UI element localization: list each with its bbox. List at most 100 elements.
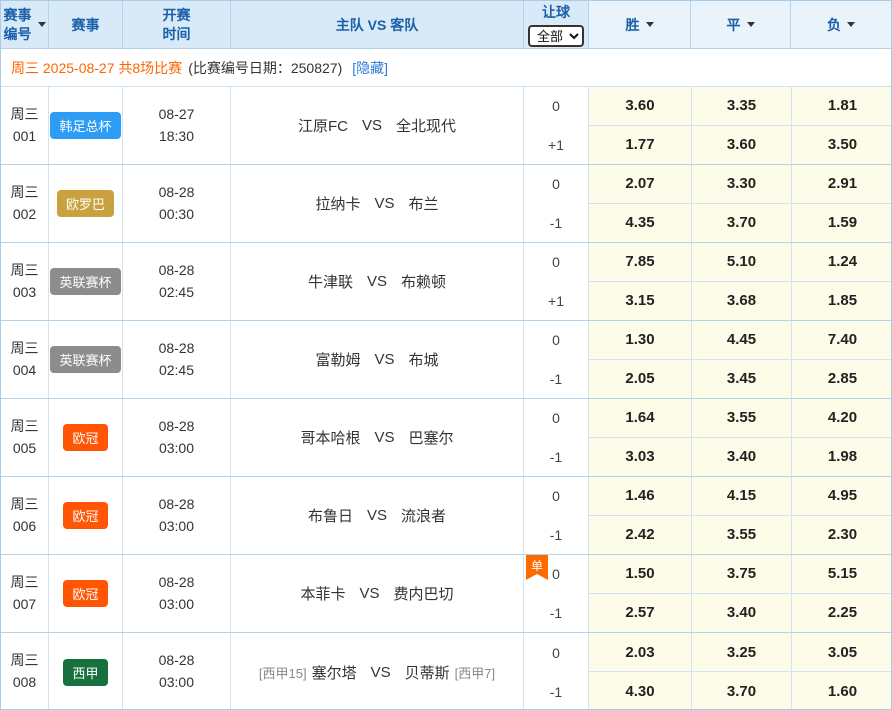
vs-label: VS [374, 429, 394, 446]
match-number: 003 [13, 282, 36, 304]
odds-win-top[interactable]: 2.07 [589, 165, 691, 204]
match-day: 周三 [11, 260, 39, 282]
odds-draw-bottom[interactable]: 3.55 [691, 516, 791, 555]
odds-win-top[interactable]: 3.60 [589, 87, 691, 126]
odds-lose-top[interactable]: 1.24 [791, 243, 892, 282]
home-team: 牛津联 [308, 271, 353, 292]
away-team: 布兰 [409, 193, 439, 214]
vs-label: VS [367, 507, 387, 524]
vs-label: VS [374, 351, 394, 368]
odds-win-bottom[interactable]: 1.77 [589, 126, 691, 165]
odds-win-top[interactable]: 7.85 [589, 243, 691, 282]
table-header: 赛事 编号 赛事 开赛 时间 主队 VS 客队 让球 全部 胜 [1, 1, 891, 49]
odds-lose-bottom[interactable]: 3.50 [791, 126, 892, 165]
odds-lose-bottom[interactable]: 1.85 [791, 282, 892, 321]
odds-draw-bottom[interactable]: 3.45 [691, 360, 791, 399]
odds-lose-bottom[interactable]: 1.98 [791, 438, 892, 477]
teams-cell: 本菲卡 VS 费内巴切 [231, 555, 524, 632]
odds-draw-top[interactable]: 3.75 [691, 555, 791, 594]
odds-draw-top[interactable]: 4.15 [691, 477, 791, 516]
league-badge: 英联赛杯 [50, 268, 120, 295]
match-day: 周三 [11, 338, 39, 360]
match-number-cell: 周三 004 [1, 321, 49, 398]
match-number-cell: 周三 007 [1, 555, 49, 632]
vs-label: VS [374, 195, 394, 212]
odds-lose-bottom[interactable]: 1.59 [791, 204, 892, 243]
match-number: 004 [13, 360, 36, 382]
odds-lose-bottom[interactable]: 2.85 [791, 360, 892, 399]
odds-lose-top[interactable]: 4.20 [791, 399, 892, 438]
col-header-lose[interactable]: 负 [791, 1, 891, 48]
odds-win-top[interactable]: 1.30 [589, 321, 691, 360]
home-rank: [西甲15] [259, 663, 307, 682]
odds-win-bottom[interactable]: 4.35 [589, 204, 691, 243]
handicap-filter-select[interactable]: 全部 [528, 25, 584, 47]
handicap-top-value: 0 [552, 176, 560, 192]
match-number: 007 [13, 594, 36, 616]
odds-lose-top[interactable]: 5.15 [791, 555, 892, 594]
odds-lose-bottom[interactable]: 2.30 [791, 516, 892, 555]
match-number: 001 [13, 126, 36, 148]
odds-draw-top[interactable]: 3.30 [691, 165, 791, 204]
match-time: 03:00 [159, 438, 194, 460]
odds-draw-top[interactable]: 3.35 [691, 87, 791, 126]
odds-win-top[interactable]: 2.03 [589, 633, 691, 672]
handicap-bottom-value: +1 [548, 137, 564, 153]
odds-draw-bottom[interactable]: 3.70 [691, 672, 791, 710]
match-row: 周三 001 韩足总杯 08-27 18:30 江原FC VS 全北现代 0 +… [1, 87, 891, 165]
odds-lose-bottom[interactable]: 2.25 [791, 594, 892, 633]
odds-draw-top[interactable]: 3.25 [691, 633, 791, 672]
odds-grid: 7.85 5.10 1.24 3.15 3.68 1.85 [589, 243, 892, 320]
odds-draw-bottom[interactable]: 3.60 [691, 126, 791, 165]
odds-win-bottom[interactable]: 3.15 [589, 282, 691, 321]
odds-draw-top[interactable]: 4.45 [691, 321, 791, 360]
teams-cell: 牛津联 VS 布赖顿 [231, 243, 524, 320]
handicap-cell: 0 -1 [524, 399, 589, 476]
odds-win-bottom[interactable]: 2.05 [589, 360, 691, 399]
col-header-competition: 赛事 [49, 1, 123, 48]
teams-cell: 江原FC VS 全北现代 [231, 87, 524, 164]
odds-win-bottom[interactable]: 4.30 [589, 672, 691, 710]
draw-label: 平 [727, 15, 741, 35]
odds-grid: 1.46 4.15 4.95 2.42 3.55 2.30 [589, 477, 892, 554]
odds-draw-bottom[interactable]: 3.70 [691, 204, 791, 243]
match-day: 周三 [11, 494, 39, 516]
handicap-top-value: 0 [552, 98, 560, 114]
odds-draw-bottom[interactable]: 3.40 [691, 594, 791, 633]
hide-link[interactable]: [隐藏] [352, 58, 388, 78]
handicap-cell: 0 +1 [524, 87, 589, 164]
odds-win-bottom[interactable]: 3.03 [589, 438, 691, 477]
home-team: 哥本哈根 [300, 427, 360, 448]
odds-draw-top[interactable]: 3.55 [691, 399, 791, 438]
col-header-match-no[interactable]: 赛事 编号 [1, 1, 49, 48]
odds-win-top[interactable]: 1.50 [589, 555, 691, 594]
match-number-cell: 周三 006 [1, 477, 49, 554]
odds-win-top[interactable]: 1.46 [589, 477, 691, 516]
col-header-win[interactable]: 胜 [589, 1, 691, 48]
col-header-handicap: 让球 全部 [524, 1, 589, 48]
odds-draw-top[interactable]: 5.10 [691, 243, 791, 282]
odds-win-bottom[interactable]: 2.42 [589, 516, 691, 555]
vs-label: VS [367, 273, 387, 290]
match-date: 08-28 [159, 650, 195, 672]
handicap-top-value: 0 [552, 332, 560, 348]
match-time: 00:30 [159, 204, 194, 226]
odds-draw-bottom[interactable]: 3.40 [691, 438, 791, 477]
match-day: 周三 [11, 182, 39, 204]
league-cell: 欧冠 [49, 399, 123, 476]
col-header-teams: 主队 VS 客队 [231, 1, 524, 48]
odds-win-top[interactable]: 1.64 [589, 399, 691, 438]
odds-win-bottom[interactable]: 2.57 [589, 594, 691, 633]
odds-lose-top[interactable]: 2.91 [791, 165, 892, 204]
odds-lose-top[interactable]: 7.40 [791, 321, 892, 360]
odds-lose-top[interactable]: 1.81 [791, 87, 892, 126]
odds-table: 赛事 编号 赛事 开赛 时间 主队 VS 客队 让球 全部 胜 [0, 0, 892, 710]
single-bet-badge: 单 [526, 555, 548, 580]
odds-lose-top[interactable]: 4.95 [791, 477, 892, 516]
odds-lose-top[interactable]: 3.05 [791, 633, 892, 672]
col-header-start-time: 开赛 时间 [123, 1, 231, 48]
league-cell: 韩足总杯 [49, 87, 123, 164]
odds-draw-bottom[interactable]: 3.68 [691, 282, 791, 321]
odds-lose-bottom[interactable]: 1.60 [791, 672, 892, 710]
col-header-draw[interactable]: 平 [691, 1, 791, 48]
